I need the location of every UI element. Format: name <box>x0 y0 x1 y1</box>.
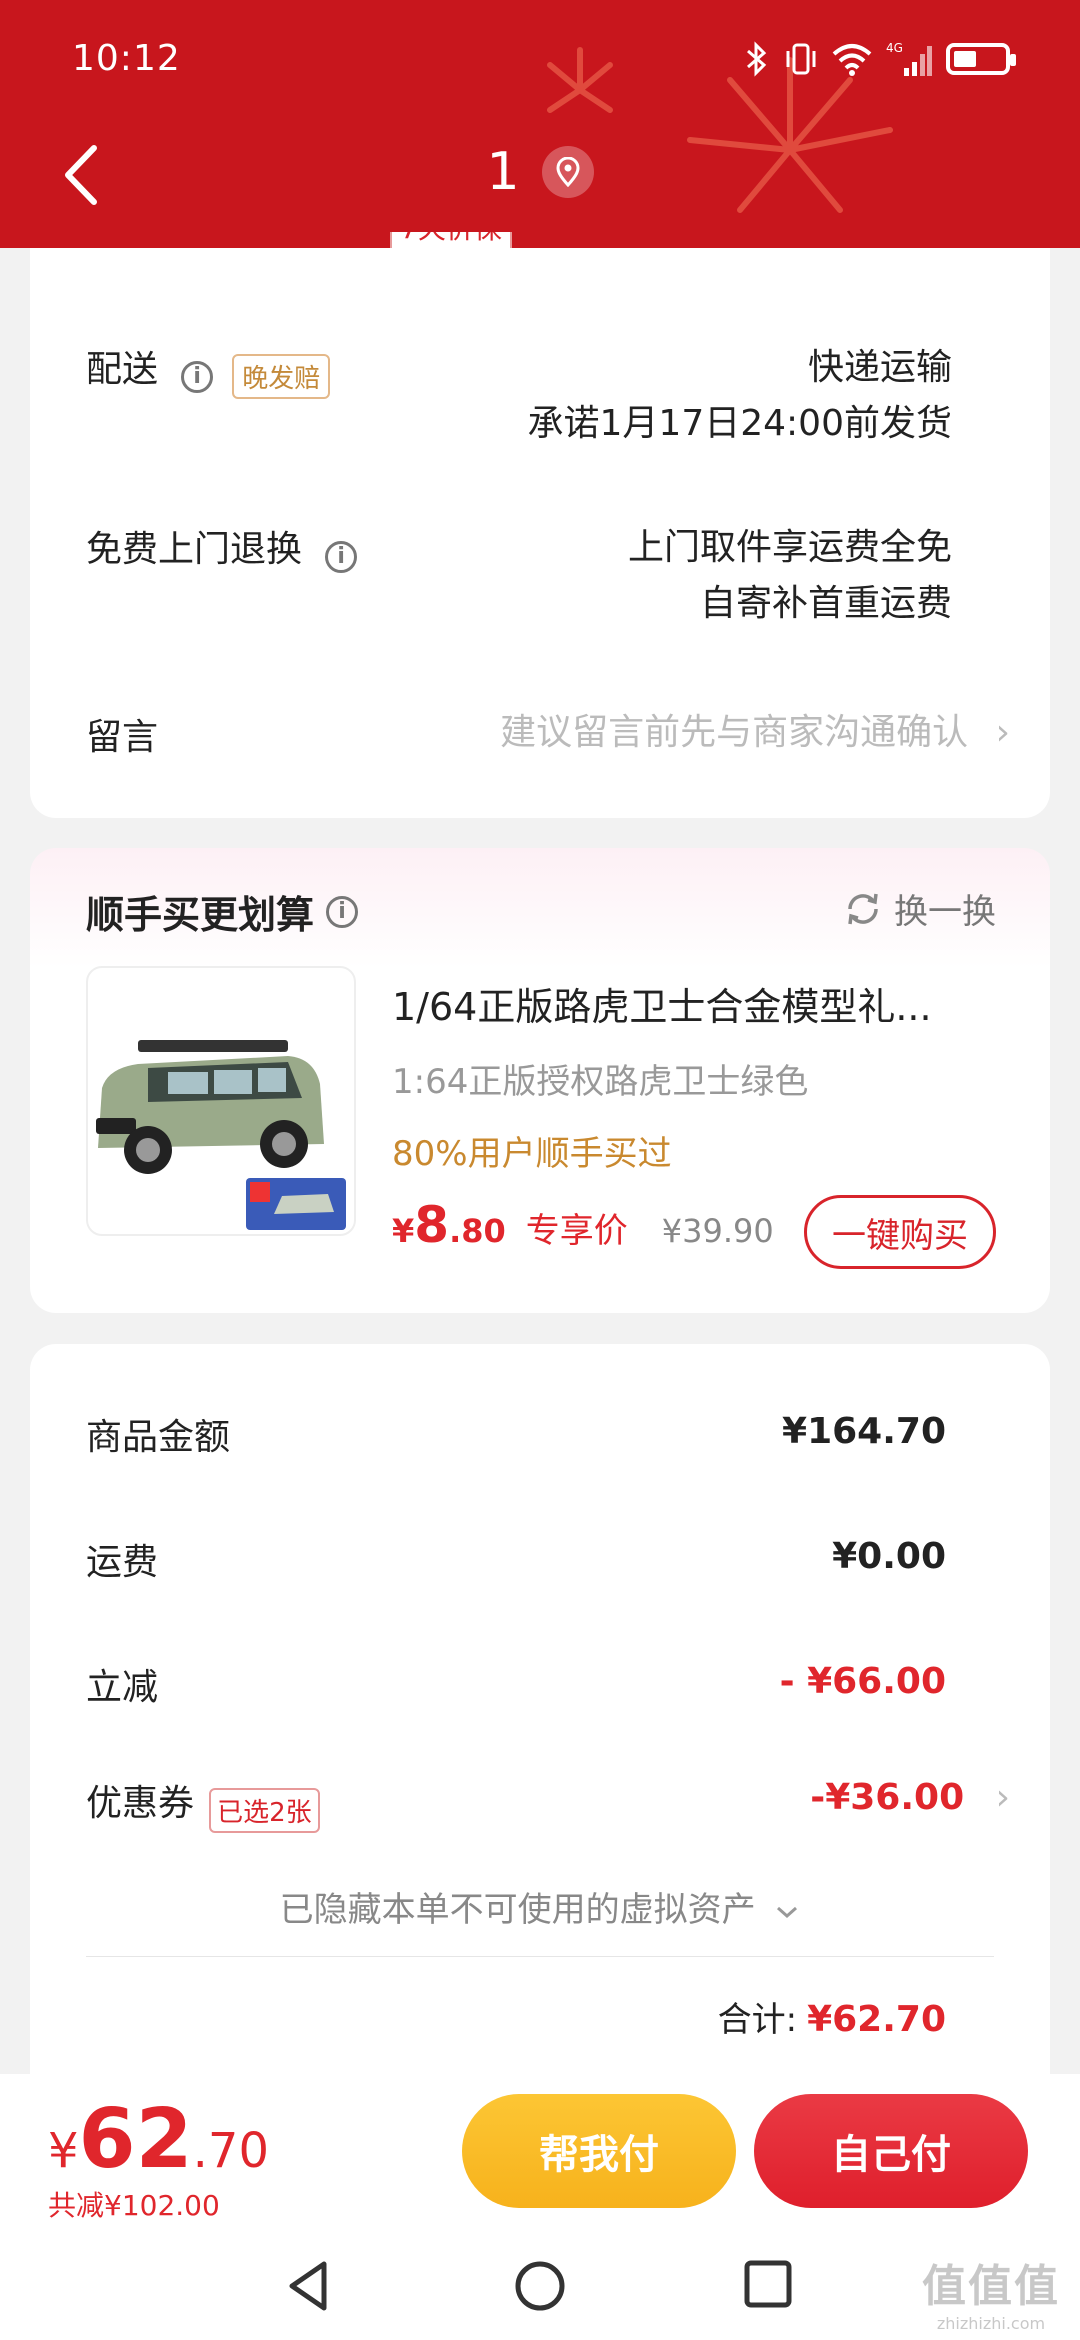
product-name[interactable]: 1/64正版路虎卫士合金模型礼... <box>392 976 1012 1031</box>
late-compensation-tag: 晚发赔 <box>232 354 331 399</box>
bluetooth-icon <box>744 41 770 77</box>
header-title-group: 1 <box>0 142 1080 202</box>
divider <box>86 1956 994 1957</box>
product-price-group: ¥ 8 .80 专享价 ¥39.90 <box>392 1196 774 1254</box>
nav-back-icon[interactable] <box>284 2258 334 2314</box>
info-icon[interactable]: i <box>326 895 359 928</box>
delivery-row[interactable]: 配送 i 晚发赔 快递运输 承诺1月17日24:00前发货 <box>86 340 952 460</box>
shipping-value: ¥0.00 <box>832 1536 946 1577</box>
message-label: 留言 <box>86 717 159 758</box>
bottom-action-bar: ¥ 62 .70 共减¥102.00 帮我付 自己付 <box>0 2074 1080 2236</box>
return-service-label: 免费上门退换 <box>86 529 303 570</box>
help-me-pay-button[interactable]: 帮我付 <box>462 2094 736 2208</box>
product-image[interactable] <box>86 966 356 1236</box>
goods-amount-row: 商品金额 ¥164.70 <box>86 1408 946 1468</box>
goods-amount-label: 商品金额 <box>86 1417 231 1458</box>
nav-home-icon[interactable] <box>512 2258 568 2314</box>
return-service-line2: 自寄补首重运费 <box>699 583 952 624</box>
location-pin-icon[interactable] <box>541 146 594 198</box>
total-saved: 共减¥102.00 <box>48 2189 220 2222</box>
message-placeholder[interactable]: 建议留言前先与商家沟通确认 <box>500 712 968 753</box>
page-title: 1 <box>486 142 520 202</box>
product-social-proof: 80%用户顺手买过 <box>392 1134 672 1174</box>
total-amount: ¥ 62 .70 <box>48 2092 269 2187</box>
refresh-icon <box>848 893 878 924</box>
coupon-value-group: -¥36.00 › <box>810 1774 1010 1822</box>
chevron-right-icon: › <box>995 1777 1010 1818</box>
message-placeholder-group: 建议留言前先与商家沟通确认 › <box>500 708 1010 758</box>
order-info-card: 配送 i 晚发赔 快递运输 承诺1月17日24:00前发货 免费上门退换 i 上… <box>30 248 1050 818</box>
price-decimal: .80 <box>449 1212 506 1250</box>
hidden-assets-text: 已隐藏本单不可使用的虚拟资产 <box>279 1890 756 1930</box>
shipping-label: 运费 <box>86 1542 159 1583</box>
nav-recents-icon[interactable] <box>742 2258 794 2310</box>
status-time: 10:12 <box>72 38 181 79</box>
delivery-method: 快递运输 <box>807 347 952 388</box>
battery-icon <box>946 43 1016 75</box>
vibrate-icon <box>784 41 818 77</box>
land-rover-model-image <box>96 1040 346 1230</box>
recommend-title-group: 顺手买更划算 i <box>86 884 359 939</box>
original-price: ¥39.90 <box>661 1212 774 1250</box>
watermark-url: zhizhizhi.com <box>936 2314 1046 2333</box>
delivery-label: 配送 <box>86 349 159 390</box>
recommend-card: 顺手买更划算 i 换一换 1/64正版路虎卫士合金模型礼... 1:64正版授权… <box>30 848 1050 1313</box>
chevron-right-icon: › <box>995 712 1010 753</box>
instant-discount-value: - ¥66.00 <box>779 1661 946 1702</box>
message-row[interactable]: 留言 建议留言前先与商家沟通确认 › <box>86 708 1010 768</box>
network-type-label: 4G <box>886 41 903 55</box>
watermark-logo: 值值值 <box>922 2261 1060 2312</box>
status-bar: 10:12 4G <box>0 0 1080 120</box>
total-label: 合计: <box>717 2000 798 2040</box>
refresh-label: 换一换 <box>894 892 996 932</box>
hidden-assets-toggle[interactable]: 已隐藏本单不可使用的虚拟资产 <box>30 1882 1050 1931</box>
return-service-line1: 上门取件享运费全免 <box>627 527 952 568</box>
info-icon[interactable]: i <box>325 540 358 573</box>
shipping-row: 运费 ¥0.00 <box>86 1533 946 1593</box>
instant-discount-row: 立减 - ¥66.00 <box>86 1658 946 1718</box>
wifi-icon <box>832 42 872 76</box>
amount-currency: ¥ <box>48 2123 79 2179</box>
price-protect-tag-label: 7天价保 <box>400 232 502 245</box>
total-value: ¥62.70 <box>807 1999 946 2040</box>
coupon-row[interactable]: 优惠券 已选2张 -¥36.00 › <box>86 1774 1010 1834</box>
return-service-value: 上门取件享运费全免 自寄补首重运费 <box>628 520 952 632</box>
price-currency: ¥ <box>392 1212 415 1250</box>
delivery-promise: 承诺1月17日24:00前发货 <box>527 403 952 444</box>
one-click-buy-button[interactable]: 一键购买 <box>804 1195 996 1269</box>
goods-amount-value: ¥164.70 <box>782 1411 946 1452</box>
info-icon[interactable]: i <box>181 360 214 393</box>
recommend-title: 顺手买更划算 <box>86 893 315 937</box>
product-spec: 1:64正版授权路虎卫士绿色 <box>392 1062 809 1102</box>
instant-discount-label: 立减 <box>86 1667 159 1708</box>
coupon-label: 优惠券 <box>86 1783 195 1824</box>
amount-integer: 62 <box>78 2092 193 2187</box>
system-nav-bar: 值值值 zhizhizhi.com <box>0 2236 1080 2340</box>
price-summary-card: 商品金额 ¥164.70 运费 ¥0.00 立减 - ¥66.00 优惠券 已选… <box>30 1344 1050 2104</box>
refresh-button[interactable]: 换一换 <box>844 884 996 933</box>
total-row: 合计: ¥62.70 <box>718 1992 946 2041</box>
pay-myself-button[interactable]: 自己付 <box>754 2094 1028 2208</box>
price-integer: 8 <box>414 1196 450 1254</box>
watermark: 值值值 zhizhizhi.com <box>922 2250 1060 2333</box>
status-icons: 4G <box>744 40 1016 78</box>
chevron-down-icon <box>774 1890 800 1930</box>
signal-icon: 4G <box>886 40 932 78</box>
top-header: 10:12 4G 1 <box>0 0 1080 248</box>
coupon-selected-tag: 已选2张 <box>209 1788 320 1833</box>
exclusive-price-tag: 专享价 <box>525 1211 628 1251</box>
return-service-row[interactable]: 免费上门退换 i 上门取件享运费全免 自寄补首重运费 <box>86 520 952 640</box>
delivery-value: 快递运输 承诺1月17日24:00前发货 <box>528 340 952 452</box>
amount-decimal: .70 <box>192 2123 270 2179</box>
coupon-value: -¥36.00 <box>810 1777 965 1818</box>
